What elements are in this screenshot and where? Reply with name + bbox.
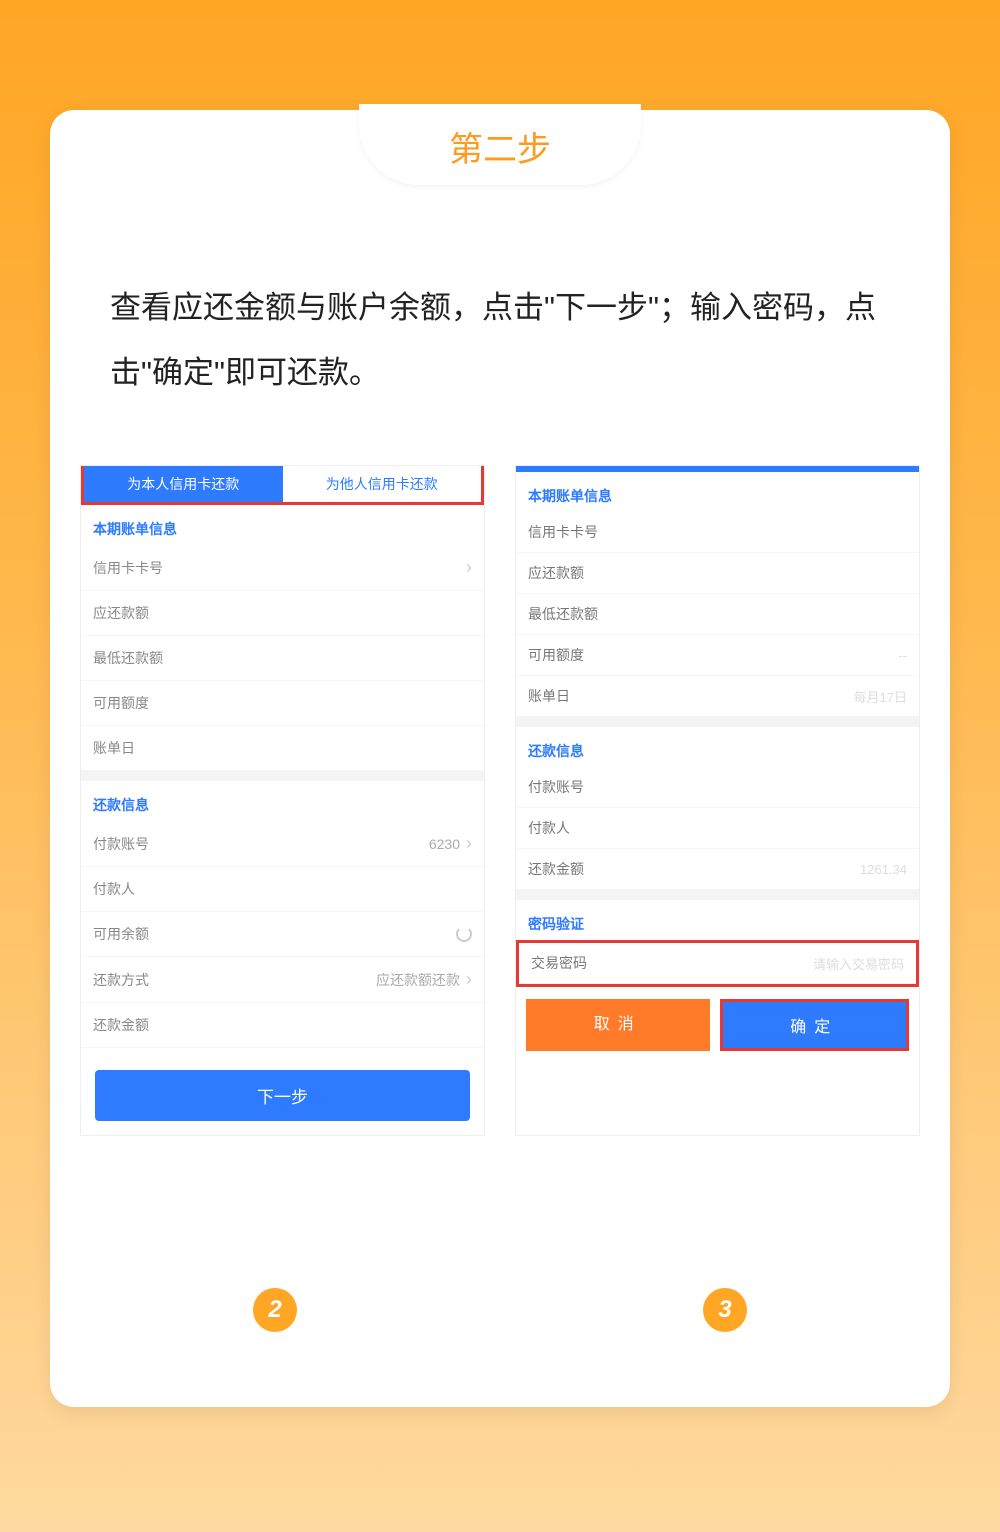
row-credit-limit: 可用额度--: [516, 635, 919, 676]
label-payer: 付款人: [528, 818, 570, 838]
label-pay-account: 付款账号: [93, 834, 149, 854]
label-min-amount: 最低还款额: [528, 604, 598, 624]
label-bill-day: 账单日: [528, 686, 570, 706]
label-repay-method: 还款方式: [93, 970, 149, 990]
password-highlight-box: 交易密码 请输入交易密码: [516, 940, 919, 987]
row-due-amount: 应还款额: [516, 553, 919, 594]
label-payer: 付款人: [93, 879, 135, 899]
value-repay-method: 应还款额还款: [376, 970, 460, 990]
label-transaction-password: 交易密码: [531, 953, 587, 973]
confirm-highlight-box: 确定: [720, 999, 910, 1051]
chevron-right-icon: ›: [466, 833, 472, 854]
row-min-amount: 最低还款额: [81, 636, 484, 681]
value-pay-account: 6230: [429, 836, 460, 852]
label-credit-limit: 可用额度: [528, 645, 584, 665]
screenshots-row: 为本人信用卡还款 为他人信用卡还款 本期账单信息 信用卡卡号 › 应还款额 最低…: [80, 465, 920, 1136]
row-card-number[interactable]: 信用卡卡号 ›: [81, 545, 484, 591]
chevron-right-icon: ›: [466, 969, 472, 990]
step-title-tab: 第二步: [359, 104, 641, 185]
instruction-card: 第二步 查看应还金额与账户余额，点击"下一步"；输入密码，点击"确定"即可还款。…: [50, 110, 950, 1407]
row-credit-limit: 可用额度: [81, 681, 484, 726]
row-min-amount: 最低还款额: [516, 594, 919, 635]
tab-other-repay[interactable]: 为他人信用卡还款: [283, 466, 482, 502]
repay-type-tabs: 为本人信用卡还款 为他人信用卡还款: [81, 466, 484, 505]
label-repay-amount: 还款金额: [528, 859, 584, 879]
label-due-amount: 应还款额: [93, 603, 149, 623]
section-bill-info: 本期账单信息: [516, 472, 919, 512]
refresh-icon[interactable]: [456, 926, 472, 942]
row-bill-day: 账单日 每月17日: [516, 676, 919, 717]
row-pay-account[interactable]: 付款账号 6230 ›: [81, 821, 484, 867]
row-repay-method[interactable]: 还款方式 应还款额还款 ›: [81, 957, 484, 1003]
password-input[interactable]: 请输入交易密码: [813, 954, 904, 973]
tab-self-repay[interactable]: 为本人信用卡还款: [84, 466, 283, 502]
instruction-text: 查看应还金额与账户余额，点击"下一步"；输入密码，点击"确定"即可还款。: [110, 275, 890, 405]
row-repay-amount: 还款金额 1261.34: [516, 849, 919, 890]
value-repay-amount: 1261.34: [860, 862, 907, 877]
screenshot-step-3: 本期账单信息 信用卡卡号 应还款额 最低还款额 可用额度-- 账单日每月17日 …: [515, 465, 920, 1136]
label-due-amount: 应还款额: [528, 563, 584, 583]
section-repay-info: 还款信息: [81, 781, 484, 821]
label-pay-account: 付款账号: [528, 777, 584, 797]
value-bill-day: 每月17日: [854, 687, 907, 706]
label-repay-amount: 还款金额: [93, 1015, 149, 1035]
action-buttons: 取消 确定: [516, 987, 919, 1063]
label-bill-day: 账单日: [93, 738, 135, 758]
label-credit-limit: 可用额度: [93, 693, 149, 713]
row-transaction-password[interactable]: 交易密码 请输入交易密码: [519, 943, 916, 984]
section-repay-info: 还款信息: [516, 727, 919, 767]
section-password: 密码验证: [516, 900, 919, 940]
row-bill-day: 账单日: [81, 726, 484, 771]
badge-step-3: 3: [703, 1288, 747, 1332]
label-card-number: 信用卡卡号: [528, 522, 598, 542]
screenshot-step-2: 为本人信用卡还款 为他人信用卡还款 本期账单信息 信用卡卡号 › 应还款额 最低…: [80, 465, 485, 1136]
confirm-button[interactable]: 确定: [723, 1002, 907, 1048]
row-pay-account: 付款账号: [516, 767, 919, 808]
step-number-badges: 2 3: [50, 1288, 950, 1332]
next-button[interactable]: 下一步: [95, 1070, 470, 1121]
row-available-balance: 可用余额: [81, 912, 484, 957]
label-card-number: 信用卡卡号: [93, 558, 163, 578]
cancel-button[interactable]: 取消: [526, 999, 710, 1051]
row-payer: 付款人: [81, 867, 484, 912]
section-bill-info: 本期账单信息: [81, 505, 484, 545]
row-payer: 付款人: [516, 808, 919, 849]
chevron-right-icon: ›: [466, 557, 472, 578]
row-card-number: 信用卡卡号: [516, 512, 919, 553]
row-due-amount: 应还款额: [81, 591, 484, 636]
row-repay-amount: 还款金额: [81, 1003, 484, 1048]
label-min-amount: 最低还款额: [93, 648, 163, 668]
label-available-balance: 可用余额: [93, 924, 149, 944]
badge-step-2: 2: [253, 1288, 297, 1332]
